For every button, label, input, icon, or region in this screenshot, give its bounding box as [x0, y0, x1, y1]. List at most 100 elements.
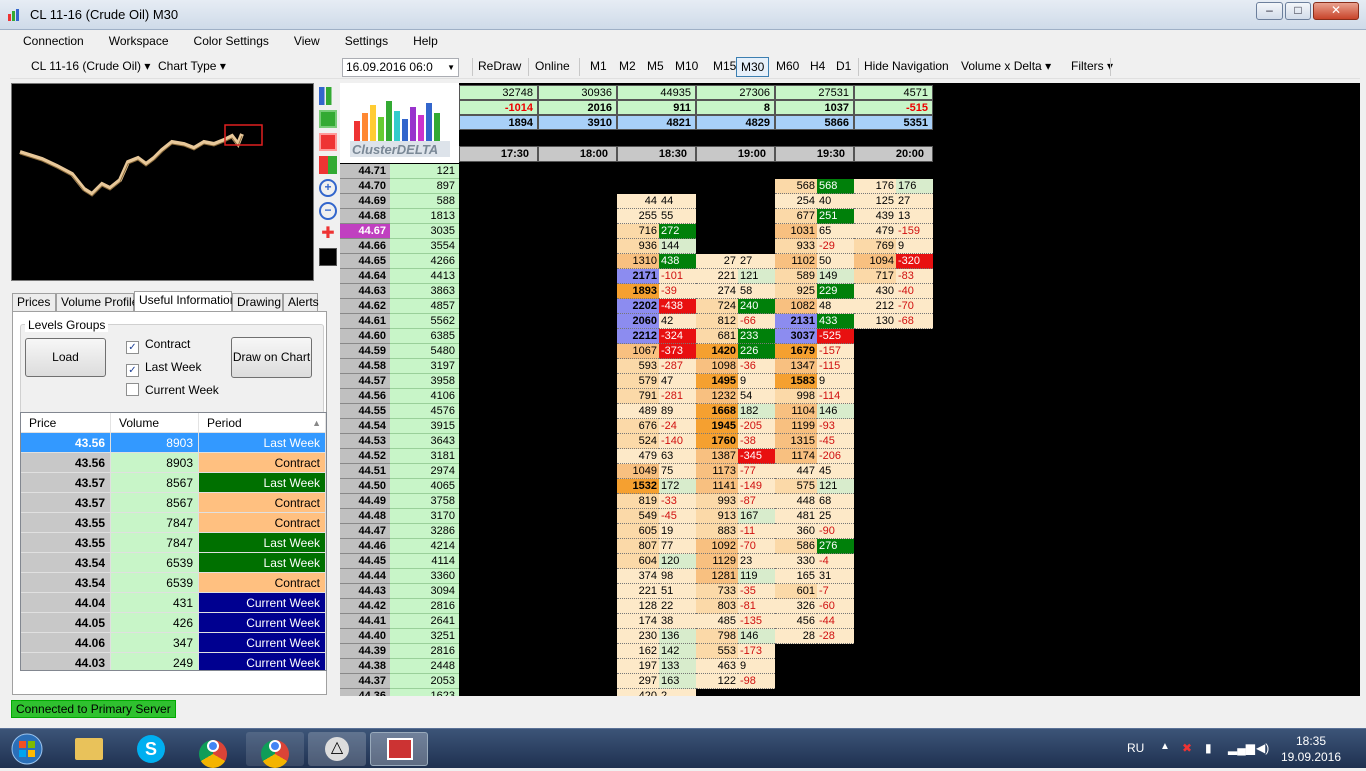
- checkbox-box[interactable]: ✓: [126, 341, 139, 354]
- trading-app-taskbar-icon[interactable]: △: [308, 732, 366, 766]
- clusterdelta-taskbar-icon[interactable]: [370, 732, 428, 766]
- levels-table-row[interactable]: 44.05 426 Current Week: [21, 613, 326, 633]
- timeframe-m10-button[interactable]: M10: [671, 57, 702, 77]
- period-cell: Last Week: [199, 433, 326, 453]
- timeframe-m2-button[interactable]: M2: [615, 57, 640, 77]
- checkbox-contract[interactable]: ✓ Contract: [126, 337, 190, 354]
- toolbar-separator: [579, 58, 580, 76]
- system-clock[interactable]: 18:35 19.09.2016: [1275, 733, 1347, 765]
- mini-chart-icon[interactable]: [319, 248, 337, 266]
- levels-table-row[interactable]: 43.57 8567 Contract: [21, 493, 326, 513]
- period-column-header[interactable]: Period ▲: [199, 413, 326, 433]
- cluster-delta-cell: 167: [738, 509, 775, 524]
- levels-table-row[interactable]: 43.57 8567 Last Week: [21, 473, 326, 493]
- cluster-delta-cell: -81: [738, 599, 775, 614]
- checkbox-current-week[interactable]: Current Week: [126, 383, 219, 397]
- cluster-delta-cell: 40: [817, 194, 854, 209]
- cluster-red-icon[interactable]: [319, 133, 337, 151]
- load-button[interactable]: Load: [25, 338, 106, 377]
- levels-table-row[interactable]: 44.04 431 Current Week: [21, 593, 326, 613]
- timeframe-d1-button[interactable]: D1: [832, 57, 855, 77]
- summary-delta-cell: 911: [617, 100, 696, 115]
- chart-type-dropdown[interactable]: Chart Type ▾: [154, 57, 230, 77]
- checkbox-box[interactable]: ✓: [126, 364, 139, 377]
- menu-connection[interactable]: Connection: [10, 31, 96, 48]
- menu-settings[interactable]: Settings: [332, 31, 400, 48]
- price-cell: 43.54: [21, 553, 111, 573]
- volume-icon[interactable]: ◀): [1256, 741, 1269, 755]
- draw-on-chart-button[interactable]: Draw on Chart: [231, 337, 312, 378]
- menu-workspace[interactable]: Workspace: [96, 31, 181, 48]
- volume-cell: 8567: [111, 493, 199, 513]
- price-level-cell: 44.55: [340, 404, 390, 419]
- timeframe-h4-button[interactable]: H4: [806, 57, 829, 77]
- hide-navigation-button[interactable]: Hide Navigation: [860, 57, 953, 77]
- device-icon[interactable]: ▮: [1205, 741, 1212, 755]
- zoom-out-icon[interactable]: −: [319, 202, 337, 220]
- cluster-volume-cell: 553: [696, 644, 738, 659]
- redraw-button[interactable]: ReDraw: [474, 57, 525, 77]
- instrument-dropdown[interactable]: CL 11-16 (Crude Oil) ▾: [27, 57, 154, 77]
- bar-chart-icon[interactable]: [319, 87, 337, 105]
- navigation-minimap[interactable]: [11, 83, 314, 281]
- volume-profile-cell: 4065: [390, 479, 459, 494]
- tab-drawing[interactable]: Drawing: [232, 293, 283, 311]
- cluster-chart[interactable]: ClusterDELTA 32748 30936 44935 27306 27531 45…: [340, 83, 1360, 696]
- chrome-taskbar-icon[interactable]: [184, 732, 242, 768]
- levels-table-row[interactable]: 44.06 347 Current Week: [21, 633, 326, 653]
- minimize-button[interactable]: –: [1256, 2, 1283, 20]
- start-button[interactable]: [2, 730, 52, 768]
- network-alert-icon[interactable]: ✖: [1182, 741, 1192, 755]
- cluster-volume-cell: 1893: [617, 284, 659, 299]
- skype-taskbar-icon[interactable]: S: [122, 732, 180, 766]
- menu-color-settings[interactable]: Color Settings: [181, 31, 281, 48]
- cluster-volume-cell: 128: [617, 599, 659, 614]
- price-column-header[interactable]: Price: [21, 413, 111, 433]
- show-hidden-icons[interactable]: ▲: [1160, 741, 1170, 752]
- levels-table-row[interactable]: 43.55 7847 Contract: [21, 513, 326, 533]
- timeframe-m30-button[interactable]: M30: [736, 57, 770, 77]
- timeframe-m5-button[interactable]: M5: [643, 57, 668, 77]
- levels-table-row[interactable]: 43.54 6539 Contract: [21, 573, 326, 593]
- cluster-mixed-icon[interactable]: [319, 156, 337, 174]
- levels-table-row[interactable]: 43.54 6539 Last Week: [21, 553, 326, 573]
- price-level-cell: 44.42: [340, 599, 390, 614]
- checkbox-box[interactable]: [126, 383, 139, 396]
- cluster-green-icon[interactable]: [319, 110, 337, 128]
- cluster-delta-cell: -438: [659, 299, 696, 314]
- menu-view[interactable]: View: [281, 31, 332, 48]
- levels-table-row[interactable]: 43.56 8903 Contract: [21, 453, 326, 473]
- date-value: 16.09.2016 06:0: [346, 60, 433, 74]
- levels-table-row[interactable]: 44.03 249 Current Week: [21, 653, 326, 670]
- cluster-delta-cell: 433: [817, 314, 854, 329]
- checkbox-last-week[interactable]: ✓ Last Week: [126, 360, 201, 377]
- tab-alerts[interactable]: Alerts: [283, 293, 319, 311]
- language-indicator[interactable]: RU: [1127, 741, 1144, 755]
- tab-useful-information[interactable]: Useful Information: [134, 291, 236, 312]
- cluster-volume-cell: 605: [617, 524, 659, 539]
- cluster-volume-cell: 769: [854, 239, 896, 254]
- online-button[interactable]: Online: [531, 57, 574, 77]
- volume-column-header[interactable]: Volume: [111, 413, 199, 433]
- levels-table-row[interactable]: 43.56 8903 Last Week: [21, 433, 326, 453]
- volume-delta-dropdown[interactable]: Volume x Delta ▾: [957, 57, 1055, 77]
- timeframe-m60-button[interactable]: M60: [772, 57, 803, 77]
- cluster-volume-cell: 819: [617, 494, 659, 509]
- cluster-volume-cell: 176: [854, 179, 896, 194]
- levels-table-row[interactable]: 43.55 7847 Last Week: [21, 533, 326, 553]
- timeframe-m1-button[interactable]: M1: [586, 57, 611, 77]
- tab-prices[interactable]: Prices: [12, 293, 56, 311]
- summary-delta-cell: 2016: [538, 100, 617, 115]
- date-picker[interactable]: 16.09.2016 06:0 ▼: [342, 58, 459, 77]
- summary-total-cell: 4821: [617, 115, 696, 130]
- close-button[interactable]: ✕: [1313, 2, 1359, 20]
- crosshair-icon[interactable]: ✚: [319, 225, 337, 243]
- volume-profile-cell: 588: [390, 194, 459, 209]
- chrome-taskbar-icon-2[interactable]: [246, 732, 304, 768]
- tab-volume-profile[interactable]: Volume Profile: [56, 293, 138, 311]
- maximize-button[interactable]: □: [1285, 2, 1311, 20]
- zoom-in-icon[interactable]: +: [319, 179, 337, 197]
- menu-help[interactable]: Help: [400, 31, 450, 48]
- explorer-taskbar-icon[interactable]: [60, 732, 118, 766]
- signal-icon[interactable]: ▂▄▆: [1228, 741, 1255, 755]
